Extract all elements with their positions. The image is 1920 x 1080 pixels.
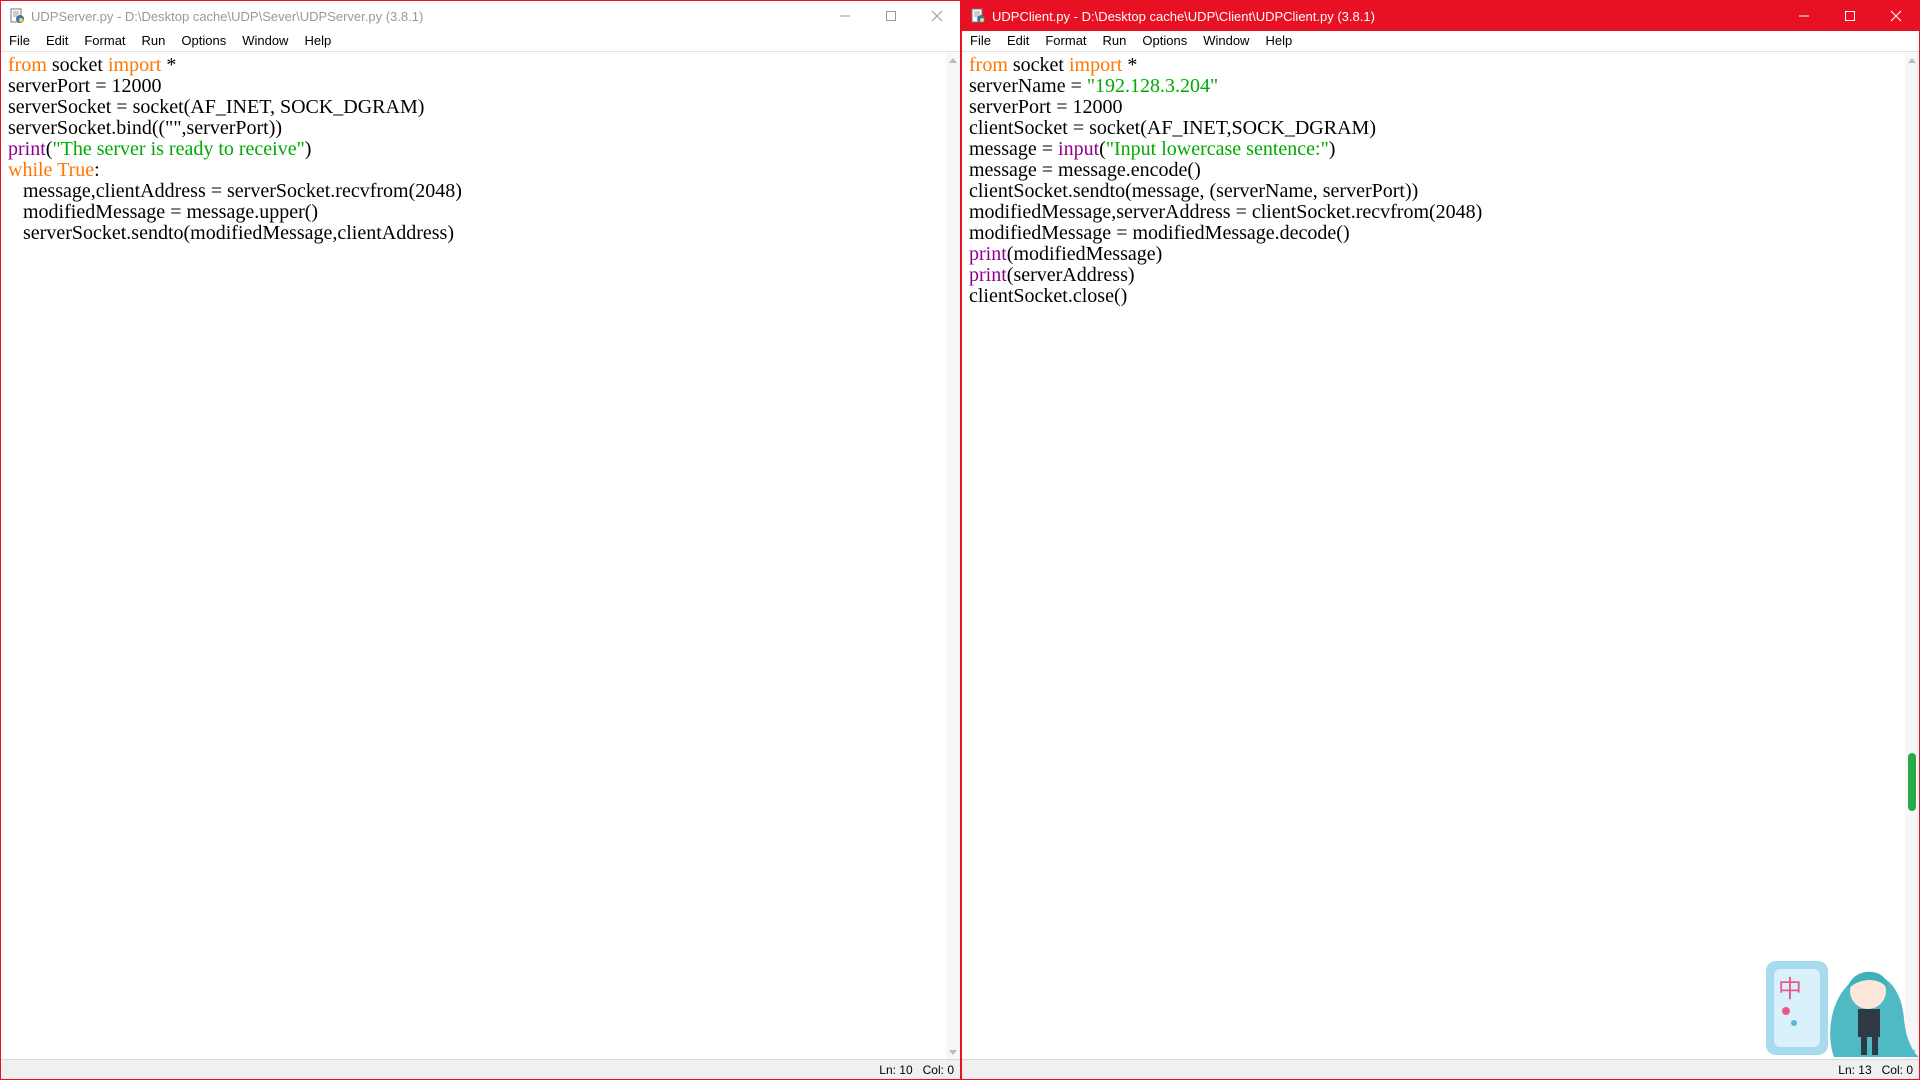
menu-bar: File Edit Format Run Options Window Help [962, 31, 1919, 52]
menu-run[interactable]: Run [134, 31, 174, 51]
ime-indicator: 中 [1778, 975, 1802, 1003]
maximize-icon [886, 11, 896, 21]
scroll-down-icon[interactable] [946, 1045, 960, 1059]
menu-bar: File Edit Format Run Options Window Help [1, 31, 960, 52]
maximize-button[interactable] [1827, 1, 1873, 31]
vertical-scrollbar[interactable] [1905, 53, 1919, 1059]
code-line: message = input("Input lowercase sentenc… [969, 138, 1336, 160]
minimize-icon [840, 15, 850, 17]
code-line: from socket import * [969, 54, 1138, 76]
menu-edit[interactable]: Edit [999, 31, 1037, 51]
code-line: serverPort = 12000 [969, 96, 1123, 118]
scrollbar-thumb[interactable] [1908, 753, 1916, 811]
ime-mascot-widget[interactable]: 中 [1764, 949, 1919, 1059]
code-line: modifiedMessage = message.upper() [8, 201, 319, 223]
code-editor[interactable]: from socket import * serverPort = 12000 se… [1, 53, 946, 1059]
code-line: serverSocket.bind(("",serverPort)) [8, 117, 283, 139]
minimize-icon [1799, 15, 1809, 17]
menu-options[interactable]: Options [1134, 31, 1195, 51]
code-line: print("The server is ready to receive") [8, 138, 312, 160]
menu-options[interactable]: Options [173, 31, 234, 51]
code-line: serverSocket = socket(AF_INET, SOCK_DGRA… [8, 96, 425, 118]
title-bar[interactable]: UDPClient.py - D:\Desktop cache\UDP\Clie… [962, 1, 1919, 31]
title-bar[interactable]: UDPServer.py - D:\Desktop cache\UDP\Seve… [1, 1, 960, 31]
server-editor-window: UDPServer.py - D:\Desktop cache\UDP\Seve… [0, 0, 960, 1080]
column-indicator: Col: 0 [1881, 1062, 1913, 1077]
code-line: print(serverAddress) [969, 264, 1135, 286]
code-line: clientSocket = socket(AF_INET,SOCK_DGRAM… [969, 117, 1376, 139]
menu-file[interactable]: File [962, 31, 999, 51]
code-line: clientSocket.sendto(message, (serverName… [969, 180, 1419, 202]
line-indicator: Ln: 10 [879, 1062, 913, 1077]
line-indicator: Ln: 13 [1838, 1062, 1872, 1077]
close-button[interactable] [1873, 1, 1919, 31]
close-button[interactable] [914, 1, 960, 31]
menu-help[interactable]: Help [296, 31, 339, 51]
python-idle-icon [10, 8, 24, 23]
status-bar: Ln: 10 Col: 0 [1, 1059, 960, 1079]
code-line: serverName = "192.128.3.204" [969, 75, 1219, 97]
code-editor[interactable]: from socket import * serverName = "192.12… [962, 53, 1905, 1059]
code-line: from socket import * [8, 54, 177, 76]
ime-mascot-icon [1766, 961, 1919, 1057]
code-line: modifiedMessage,serverAddress = clientSo… [969, 201, 1483, 223]
menu-run[interactable]: Run [1095, 31, 1135, 51]
status-bar: Ln: 13 Col: 0 [962, 1059, 1919, 1079]
code-line: clientSocket.close() [969, 285, 1128, 307]
code-line: serverPort = 12000 [8, 75, 162, 97]
code-line: message = message.encode() [969, 159, 1201, 181]
menu-edit[interactable]: Edit [38, 31, 76, 51]
menu-file[interactable]: File [1, 31, 38, 51]
window-title: UDPClient.py - D:\Desktop cache\UDP\Clie… [992, 8, 1375, 24]
menu-format[interactable]: Format [76, 31, 133, 51]
code-line: while True: [8, 159, 100, 181]
window-title: UDPServer.py - D:\Desktop cache\UDP\Seve… [31, 8, 424, 24]
column-indicator: Col: 0 [922, 1062, 954, 1077]
menu-window[interactable]: Window [1195, 31, 1257, 51]
close-icon [931, 10, 943, 22]
maximize-icon [1845, 11, 1855, 21]
menu-help[interactable]: Help [1257, 31, 1300, 51]
minimize-button[interactable] [822, 1, 868, 31]
code-line: modifiedMessage = modifiedMessage.decode… [969, 222, 1350, 244]
maximize-button[interactable] [868, 1, 914, 31]
code-line: message,clientAddress = serverSocket.rec… [8, 180, 462, 202]
scroll-up-icon[interactable] [1905, 53, 1919, 67]
code-line: print(modifiedMessage) [969, 243, 1163, 265]
scroll-up-icon[interactable] [946, 53, 960, 67]
menu-window[interactable]: Window [234, 31, 296, 51]
close-icon [1890, 10, 1902, 22]
python-idle-icon [971, 8, 985, 23]
client-editor-window: UDPClient.py - D:\Desktop cache\UDP\Clie… [960, 0, 1920, 1080]
minimize-button[interactable] [1781, 1, 1827, 31]
code-line: serverSocket.sendto(modifiedMessage,clie… [8, 222, 454, 244]
vertical-scrollbar[interactable] [946, 53, 960, 1059]
menu-format[interactable]: Format [1037, 31, 1094, 51]
